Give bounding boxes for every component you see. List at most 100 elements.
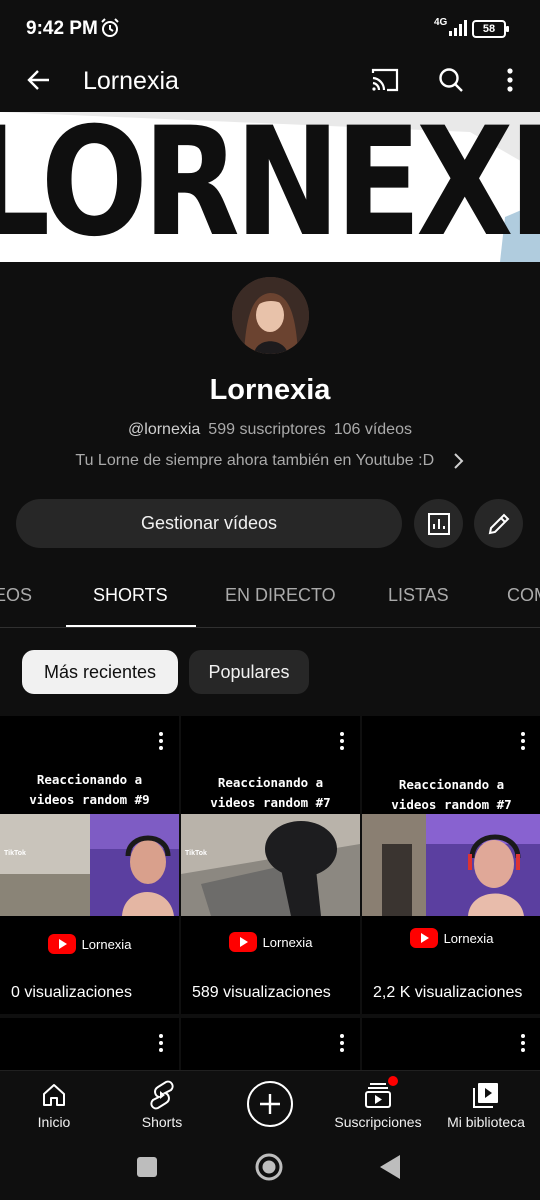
status-bar: 9:42 PM 4G 58 (0, 0, 540, 58)
more-vertical-icon[interactable] (334, 730, 350, 752)
channel-avatar[interactable] (232, 277, 309, 354)
short-card[interactable]: Reaccionando a videos random #7 Lornexia… (362, 716, 540, 1014)
analytics-button[interactable] (414, 499, 463, 548)
home-icon (39, 1080, 69, 1110)
pencil-icon (488, 513, 509, 534)
shorts-icon (147, 1080, 177, 1110)
plus-icon (260, 1094, 280, 1114)
analytics-icon (427, 512, 450, 535)
channel-watermark: Lornexia (362, 928, 540, 948)
more-vertical-icon[interactable] (153, 730, 169, 752)
more-vertical-icon[interactable] (515, 730, 531, 752)
short-caption-line: videos random #7 (210, 795, 331, 810)
tab-shorts[interactable]: SHORTS (93, 585, 168, 606)
back-triangle-icon[interactable] (378, 1154, 402, 1180)
back-button[interactable] (17, 58, 61, 102)
short-caption: Reaccionando a videos random #7 (362, 775, 540, 815)
thumbnail-image (0, 814, 179, 916)
watermark-text: Lornexia (262, 934, 313, 950)
chip-popular[interactable]: Populares (189, 650, 309, 694)
bottom-navigation: Inicio Shorts Suscripciones Mi bibliotec… (0, 1070, 540, 1140)
status-time: 9:42 PM (26, 18, 98, 39)
more-vertical-icon[interactable] (515, 1032, 531, 1054)
avatar-image (232, 277, 309, 354)
short-thumbnail: TikTok (181, 814, 360, 916)
short-caption-line: Reaccionando a (398, 777, 505, 792)
nav-subscriptions[interactable]: Suscripciones (333, 1071, 423, 1141)
subscriber-count: 599 suscriptores (208, 421, 326, 438)
short-caption: Reaccionando a videos random #9 (0, 770, 179, 810)
edit-channel-button[interactable] (474, 499, 523, 548)
tiktok-label: TikTok (4, 850, 26, 857)
nav-shorts-label: Shorts (141, 1114, 183, 1130)
cast-button[interactable] (363, 58, 407, 102)
short-thumbnail (362, 814, 540, 916)
battery-level: 58 (482, 23, 496, 35)
notification-dot (388, 1076, 398, 1086)
more-vertical-icon (507, 68, 513, 92)
arrow-left-icon (27, 70, 49, 90)
signal-icon (449, 20, 467, 36)
chevron-right-icon (453, 453, 464, 469)
watermark-text: Lornexia (443, 930, 494, 946)
nav-subscriptions-label: Suscripciones (334, 1114, 422, 1130)
view-count: 589 visualizaciones (192, 984, 331, 1001)
channel-name: Lornexia (209, 374, 331, 406)
home-circle-icon[interactable] (254, 1152, 284, 1182)
short-card[interactable]: Reaccionando a videos random #7 TikTok L… (181, 716, 360, 1014)
page-title: Lornexia (83, 67, 179, 95)
view-count: 0 visualizaciones (11, 984, 132, 1001)
more-options-button[interactable] (488, 58, 532, 102)
more-vertical-icon[interactable] (153, 1032, 169, 1054)
video-count: 106 vídeos (333, 421, 412, 438)
create-button[interactable] (247, 1081, 293, 1127)
active-tab-indicator (66, 625, 196, 627)
youtube-logo-icon (228, 932, 257, 952)
tab-community[interactable]: COMUNIDAD (507, 585, 540, 606)
nav-home[interactable]: Inicio (24, 1071, 84, 1141)
battery-icon: 58 (472, 20, 509, 38)
short-thumbnail: TikTok (0, 814, 179, 916)
alarm-icon (101, 18, 119, 37)
thumbnail-image (181, 814, 360, 916)
short-card[interactable]: Reaccionando a videos random #9 TikTok L… (0, 716, 179, 1014)
banner-title: LORNEXIA (0, 112, 540, 262)
short-caption-line: videos random #9 (29, 792, 150, 807)
tab-live[interactable]: EN DIRECTO (225, 585, 336, 606)
manage-videos-button[interactable]: Gestionar vídeos (16, 499, 402, 548)
view-count: 2,2 K visualizaciones (373, 984, 523, 1001)
nav-home-label: Inicio (37, 1114, 71, 1130)
short-caption-line: Reaccionando a (36, 772, 143, 787)
watermark-text: Lornexia (81, 936, 132, 952)
tab-videos[interactable]: VÍDEOS (0, 585, 32, 606)
youtube-logo-icon (409, 928, 438, 948)
recent-apps-icon[interactable] (136, 1156, 158, 1178)
channel-banner: LORNEXIA (0, 112, 540, 262)
channel-watermark: Lornexia (0, 934, 179, 954)
channel-tabs: VÍDEOS SHORTS EN DIRECTO LISTAS COMUNIDA… (0, 568, 540, 628)
subscriptions-icon (363, 1076, 398, 1110)
youtube-logo-icon (47, 934, 76, 954)
thumbnail-image (362, 814, 540, 916)
nav-library[interactable]: Mi biblioteca (444, 1071, 528, 1141)
nav-shorts[interactable]: Shorts (132, 1071, 192, 1141)
channel-description: Tu Lorne de siempre ahora también en You… (75, 452, 435, 470)
more-vertical-icon[interactable] (334, 1032, 350, 1054)
channel-description-row[interactable]: Tu Lorne de siempre ahora también en You… (0, 452, 540, 470)
cast-icon (371, 68, 399, 92)
nav-library-label: Mi biblioteca (447, 1114, 525, 1130)
channel-watermark: Lornexia (181, 932, 360, 952)
short-card[interactable] (0, 1018, 179, 1078)
short-card[interactable] (181, 1018, 360, 1078)
chip-most-recent[interactable]: Más recientes (22, 650, 178, 694)
tab-playlists[interactable]: LISTAS (388, 585, 449, 606)
app-bar: Lornexia (0, 58, 540, 108)
channel-handle: @lornexia (128, 421, 201, 438)
short-card[interactable] (362, 1018, 540, 1078)
short-caption-line: Reaccionando a (217, 775, 324, 790)
search-icon (439, 68, 463, 92)
search-button[interactable] (429, 58, 473, 102)
short-caption-line: videos random #7 (391, 797, 512, 812)
short-caption: Reaccionando a videos random #7 (181, 773, 360, 813)
library-icon (471, 1080, 501, 1110)
